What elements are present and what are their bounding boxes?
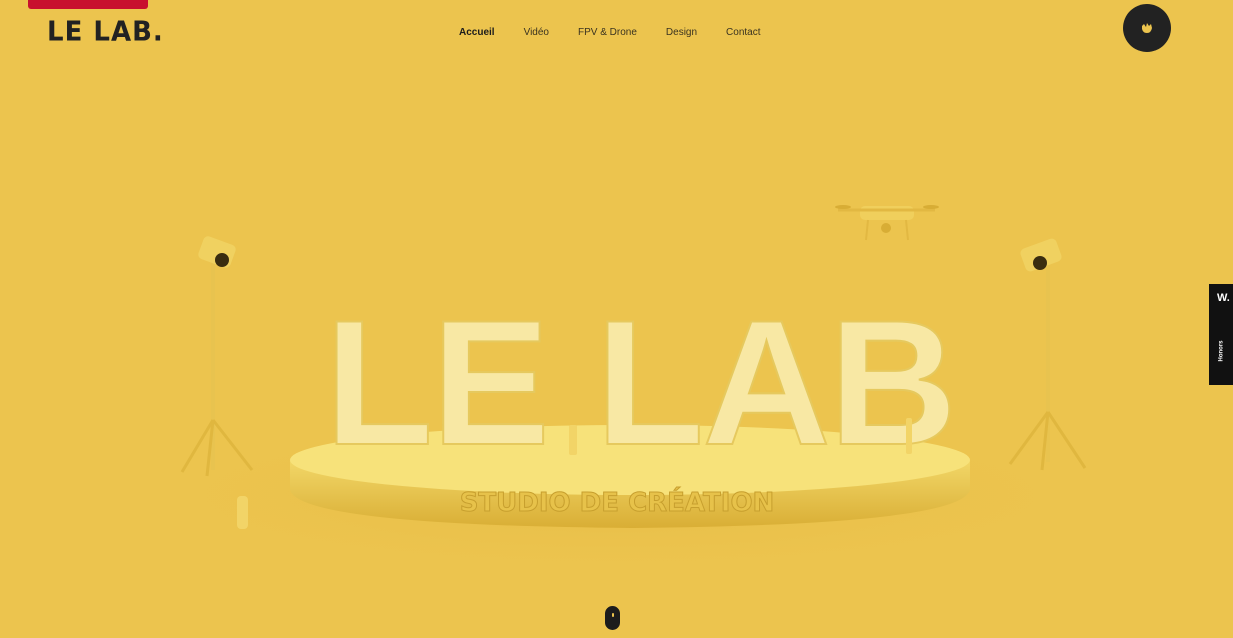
hero-scene: LE LAB STUDIO DE CRÉATION [60, 205, 1180, 585]
drone-icon [835, 205, 939, 241]
bottle-prop [237, 496, 248, 529]
awards-badge-label: W. [1217, 292, 1230, 304]
awwwards-honors-tab[interactable]: W. Honors [1209, 284, 1233, 385]
clapper-prop [569, 425, 577, 455]
scroll-indicator-icon[interactable] [605, 606, 620, 630]
hero-subtitle: STUDIO DE CRÉATION [460, 486, 775, 518]
honors-label: Honors [1218, 340, 1225, 362]
mic-prop [906, 418, 912, 454]
hero-headline: LE LAB [325, 283, 956, 482]
